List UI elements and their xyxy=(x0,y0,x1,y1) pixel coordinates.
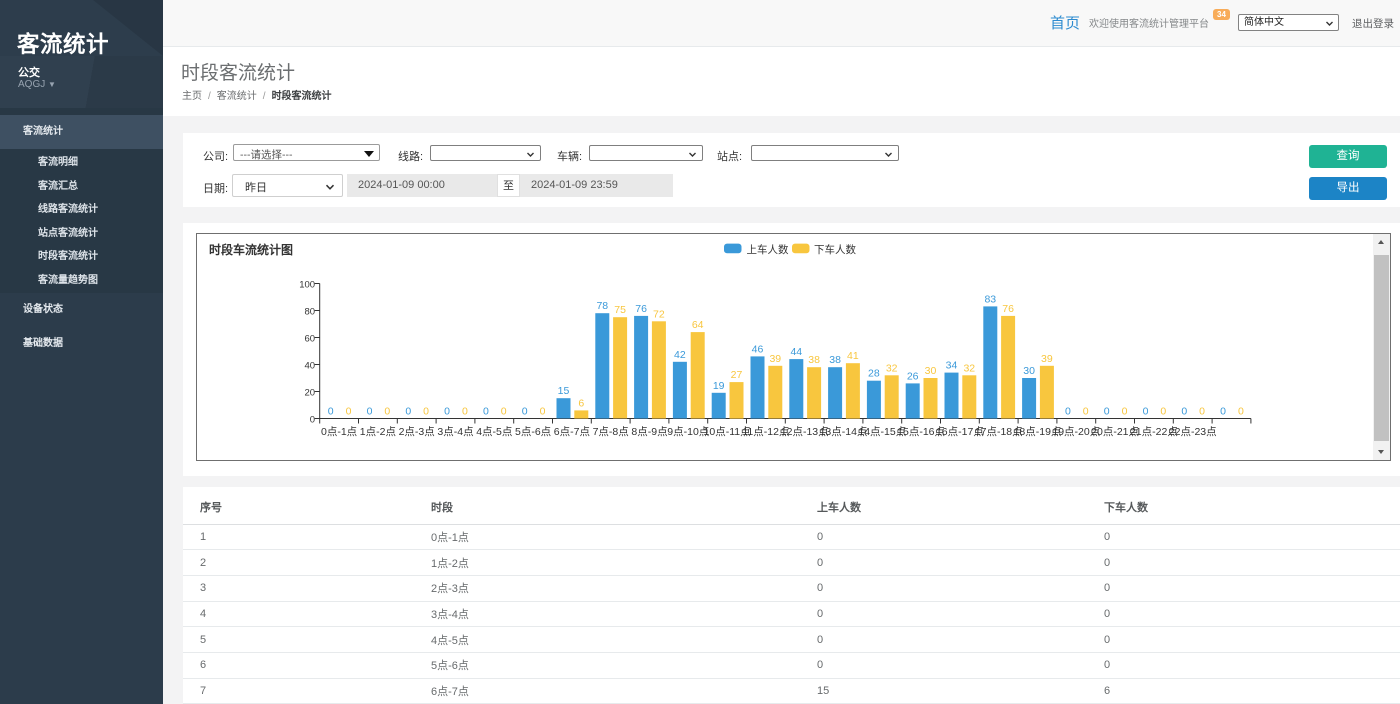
svg-text:0: 0 xyxy=(310,414,315,425)
svg-text:72: 72 xyxy=(653,308,665,320)
svg-text:5点-6点: 5点-6点 xyxy=(515,426,551,438)
svg-text:44: 44 xyxy=(790,346,802,358)
svg-text:39: 39 xyxy=(769,352,781,364)
svg-text:0: 0 xyxy=(328,405,334,417)
svg-text:7点-8点: 7点-8点 xyxy=(593,426,629,438)
svg-text:0: 0 xyxy=(1238,405,1244,417)
svg-text:83: 83 xyxy=(984,293,996,305)
svg-text:0: 0 xyxy=(1083,405,1089,417)
svg-text:76: 76 xyxy=(1002,302,1014,314)
svg-text:32: 32 xyxy=(963,362,975,374)
svg-text:60: 60 xyxy=(305,333,316,344)
svg-text:40: 40 xyxy=(305,360,316,371)
svg-text:100: 100 xyxy=(299,279,315,290)
svg-text:0: 0 xyxy=(1065,405,1071,417)
svg-text:0: 0 xyxy=(384,405,390,417)
svg-text:0: 0 xyxy=(1199,405,1205,417)
svg-text:3点-4点: 3点-4点 xyxy=(437,426,473,438)
svg-text:34: 34 xyxy=(946,359,958,371)
svg-text:78: 78 xyxy=(596,300,608,312)
svg-text:30: 30 xyxy=(1023,365,1035,377)
svg-text:80: 80 xyxy=(305,306,316,317)
svg-text:0: 0 xyxy=(405,405,411,417)
svg-text:15: 15 xyxy=(558,385,570,397)
svg-text:76: 76 xyxy=(635,302,647,314)
svg-text:22点-23点: 22点-23点 xyxy=(1169,426,1217,438)
svg-text:4点-5点: 4点-5点 xyxy=(476,426,512,438)
svg-text:38: 38 xyxy=(829,354,841,366)
svg-text:30: 30 xyxy=(925,365,937,377)
svg-text:8点-9点: 8点-9点 xyxy=(631,426,667,438)
svg-text:28: 28 xyxy=(868,367,880,379)
svg-text:0: 0 xyxy=(1220,405,1226,417)
svg-text:64: 64 xyxy=(692,319,704,331)
svg-text:6: 6 xyxy=(578,397,584,409)
svg-text:0: 0 xyxy=(423,405,429,417)
svg-text:0: 0 xyxy=(522,405,528,417)
svg-text:0: 0 xyxy=(462,405,468,417)
svg-text:39: 39 xyxy=(1041,352,1053,364)
svg-text:26: 26 xyxy=(907,370,919,382)
svg-text:时段车流统计图: 时段车流统计图 xyxy=(209,241,293,256)
svg-text:27: 27 xyxy=(731,369,743,381)
svg-text:0: 0 xyxy=(346,405,352,417)
svg-text:38: 38 xyxy=(808,354,820,366)
svg-text:上车人数: 上车人数 xyxy=(747,243,789,256)
svg-text:0点-1点: 0点-1点 xyxy=(321,426,357,438)
svg-text:1点-2点: 1点-2点 xyxy=(360,426,396,438)
svg-text:19: 19 xyxy=(713,379,725,391)
svg-text:20: 20 xyxy=(305,387,316,398)
svg-text:0: 0 xyxy=(1122,405,1128,417)
svg-text:0: 0 xyxy=(444,405,450,417)
svg-text:2点-3点: 2点-3点 xyxy=(399,426,435,438)
svg-text:0: 0 xyxy=(1160,405,1166,417)
svg-text:75: 75 xyxy=(614,304,626,316)
svg-text:0: 0 xyxy=(501,405,507,417)
svg-text:46: 46 xyxy=(752,343,764,355)
svg-text:下车人数: 下车人数 xyxy=(814,243,856,256)
svg-text:41: 41 xyxy=(847,350,859,362)
svg-text:0: 0 xyxy=(540,405,546,417)
svg-text:6点-7点: 6点-7点 xyxy=(554,426,590,438)
svg-text:0: 0 xyxy=(367,405,373,417)
svg-text:0: 0 xyxy=(1104,405,1110,417)
svg-text:0: 0 xyxy=(483,405,489,417)
svg-text:42: 42 xyxy=(674,348,686,360)
svg-text:0: 0 xyxy=(1143,405,1149,417)
svg-text:32: 32 xyxy=(886,362,898,374)
svg-text:0: 0 xyxy=(1181,405,1187,417)
